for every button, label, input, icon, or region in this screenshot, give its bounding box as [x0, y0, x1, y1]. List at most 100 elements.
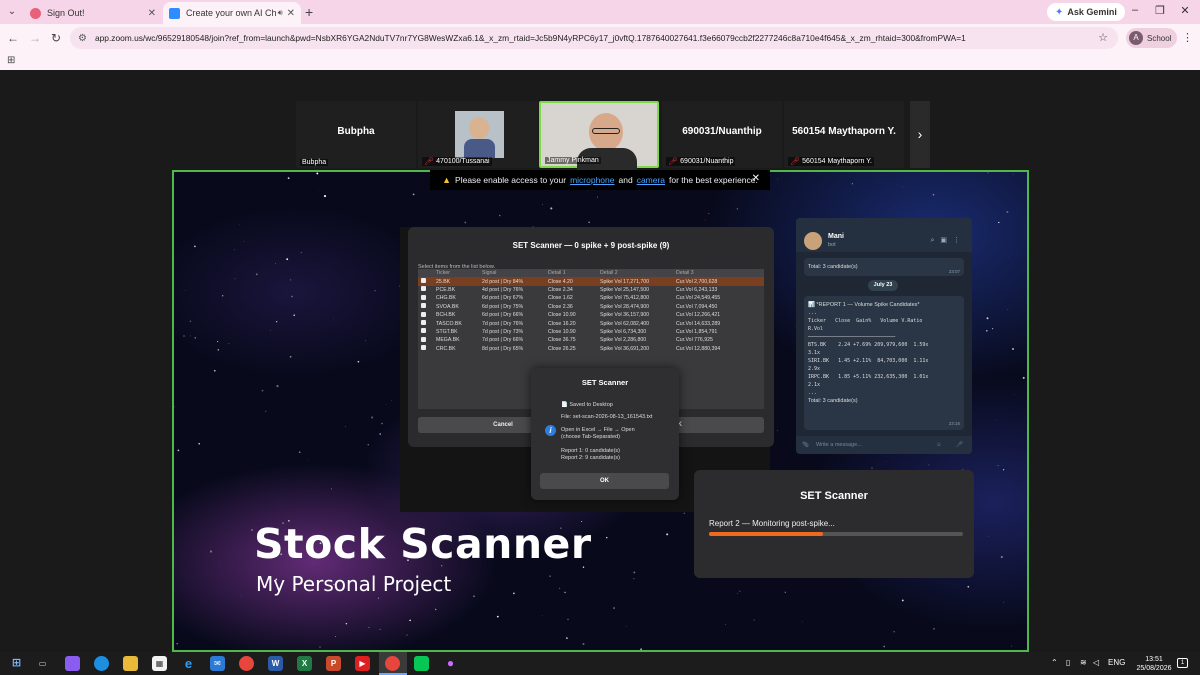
chrome-active-icon[interactable]: [385, 656, 400, 671]
new-tab-plus-icon[interactable]: +: [305, 3, 319, 21]
star-dot: [612, 607, 616, 610]
site-settings-icon[interactable]: ⚙: [78, 33, 87, 44]
row-checkbox[interactable]: [421, 345, 426, 351]
table-row[interactable]: MEGA.BK 7d post | Dry 66% Close 36.75 Spike…: [418, 336, 764, 344]
report-1-count: Report 1: 0 candidate(s): [561, 448, 621, 454]
participant-tile-active-speaker[interactable]: Jammy Pinkman: [539, 101, 659, 170]
back-arrow-icon[interactable]: ←: [6, 30, 20, 46]
close-banner-icon[interactable]: ✕: [752, 173, 760, 184]
speaker-icon[interactable]: 🔊︎: [278, 8, 283, 18]
droplet-app-icon[interactable]: ●: [443, 656, 458, 671]
outlook-icon[interactable]: ✉: [210, 656, 225, 671]
tray-app-icon[interactable]: ▯: [1066, 658, 1070, 667]
participant-name: Bubpha: [337, 126, 375, 137]
table-cell: Spike Vol 25,147,500: [600, 286, 650, 293]
close-window-icon[interactable]: ✕: [1178, 4, 1192, 17]
volume-icon[interactable]: ◁: [1093, 658, 1099, 667]
reload-icon[interactable]: ↻: [49, 30, 63, 46]
bookmark-star-icon[interactable]: ☆: [1098, 31, 1108, 44]
ok-button[interactable]: OK: [540, 473, 669, 489]
apps-grid-icon[interactable]: ⊞: [7, 55, 15, 66]
table-row[interactable]: 25.BK 2d post | Dry 84% Close 4.20 Spike Vo…: [418, 277, 764, 286]
browser-tab-zoom[interactable]: Create your own AI Chatbo 🔊︎ ✕: [163, 2, 301, 24]
clock[interactable]: 13:51 25/08/2026: [1136, 655, 1172, 673]
row-checkbox[interactable]: [421, 278, 426, 284]
table-row[interactable]: PCE.BK 4d post | Dry 76% Close 2.34 Spike V…: [418, 286, 764, 294]
star-dot: [331, 488, 333, 490]
url-text: app.zoom.us/wc/96529180548/join?ref_from…: [94, 33, 966, 43]
microphone-link[interactable]: microphone: [570, 175, 614, 185]
youtube-icon[interactable]: ▶: [355, 656, 370, 671]
camera-link[interactable]: camera: [637, 175, 665, 185]
restore-window-icon[interactable]: ❐: [1153, 4, 1167, 17]
table-row[interactable]: TASCO.BK 7d post | Dry 76% Close 16.20 Spik…: [418, 319, 764, 327]
copilot-icon[interactable]: [65, 656, 80, 671]
row-checkbox[interactable]: [421, 311, 426, 317]
row-checkbox[interactable]: [421, 328, 426, 334]
table-cell: Spike Vol 6,734,300: [600, 328, 647, 335]
star-dot: [185, 289, 186, 291]
edge-icon[interactable]: [94, 656, 109, 671]
table-row[interactable]: CRC.BK 8d post | Dry 65% Close 26.25 Spike …: [418, 345, 764, 353]
close-tab-icon[interactable]: ✕: [287, 8, 295, 19]
chrome-icon[interactable]: [239, 656, 254, 671]
gallery-next-chevron-icon[interactable]: ›: [910, 101, 930, 168]
star-dot: [777, 430, 778, 431]
participant-label: 🎤︎ 560154 Maythaporn Y.: [788, 157, 874, 166]
excel-icon[interactable]: X: [297, 656, 312, 671]
table-row[interactable]: CHG.BK 6d post | Dry 67% Close 1.62 Spike V…: [418, 294, 764, 302]
minimize-window-icon[interactable]: –: [1128, 4, 1142, 16]
star-dot: [901, 599, 904, 602]
wifi-icon[interactable]: ≋: [1080, 658, 1087, 667]
table-row[interactable]: BCH.BK 6d post | Dry 66% Close 10.90 Spike …: [418, 311, 764, 319]
row-checkbox[interactable]: [421, 303, 426, 309]
chat-header-icons[interactable]: ⌕▣⋮: [930, 236, 966, 245]
attach-paperclip-icon[interactable]: 📎︎: [802, 442, 809, 448]
close-tab-icon[interactable]: ✕: [148, 8, 156, 19]
tab-search-chevron-icon[interactable]: ⌄: [4, 4, 20, 20]
forward-arrow-icon[interactable]: →: [28, 30, 42, 46]
star-dot: [1002, 469, 1005, 471]
row-checkbox[interactable]: [421, 294, 426, 300]
row-checkbox[interactable]: [421, 320, 426, 326]
star-dot: [753, 619, 755, 621]
star-dot: [345, 425, 346, 427]
muted-mic-icon: 🎤︎: [668, 157, 679, 166]
kebab-menu-icon[interactable]: ⋮: [1182, 31, 1193, 44]
file-explorer-icon[interactable]: [123, 656, 138, 671]
participant-tile[interactable]: 🎤︎ 470100/Tussanai: [418, 101, 538, 168]
notification-icon[interactable]: 1: [1177, 658, 1188, 668]
row-checkbox[interactable]: [421, 336, 426, 342]
row-checkbox[interactable]: [421, 286, 426, 292]
internet-explorer-icon[interactable]: e: [181, 656, 196, 671]
word-icon[interactable]: W: [268, 656, 283, 671]
message-input[interactable]: 📎︎ Write a message... ☺ 🎤︎: [796, 436, 972, 454]
url-field[interactable]: ⚙ app.zoom.us/wc/96529180548/join?ref_fr…: [70, 27, 1118, 49]
line-icon[interactable]: [414, 656, 429, 671]
participant-tile[interactable]: Bubpha Bubpha: [296, 101, 416, 168]
table-cell: TASCO.BK: [436, 320, 462, 327]
star-dot: [633, 571, 636, 574]
start-windows-icon[interactable]: ⊞: [9, 656, 24, 671]
powerpoint-icon[interactable]: P: [326, 656, 341, 671]
participant-tile[interactable]: 560154 Maythaporn Y. 🎤︎ 560154 Maythaporn…: [784, 101, 904, 168]
star-dot: [291, 295, 293, 298]
ask-gemini-button[interactable]: ✦ Ask Gemini: [1047, 3, 1125, 21]
store-icon[interactable]: ▦: [152, 656, 167, 671]
star-dot: [992, 328, 994, 330]
tray-chevron-icon[interactable]: ⌃: [1051, 658, 1058, 667]
table-cell: 2d post | Dry 84%: [482, 278, 524, 285]
emoji-icon[interactable]: ☺: [936, 442, 942, 448]
table-cell: Cur.Vol 12,880,394: [676, 345, 721, 352]
profile-button[interactable]: A School: [1126, 28, 1178, 48]
table-row[interactable]: STGT.BK 7d post | Dry 73% Close 10.90 Spike…: [418, 328, 764, 336]
browser-tab-sign-out[interactable]: Sign Out! ✕: [24, 2, 162, 24]
table-cell: BCH.BK: [436, 312, 456, 319]
mic-icon[interactable]: 🎤︎: [956, 442, 963, 448]
language-indicator[interactable]: ENG: [1108, 658, 1125, 667]
task-view-icon[interactable]: ▭: [35, 656, 50, 671]
table-cell: PCE.BK: [436, 286, 456, 293]
table-cell: Spike Vol 2,286,800: [600, 337, 647, 344]
table-row[interactable]: SVOA.BK 6d post | Dry 75% Close 2.36 Spike …: [418, 303, 764, 311]
participant-tile[interactable]: 690031/Nuanthip 🎤︎ 690031/Nuanthip: [662, 101, 782, 168]
